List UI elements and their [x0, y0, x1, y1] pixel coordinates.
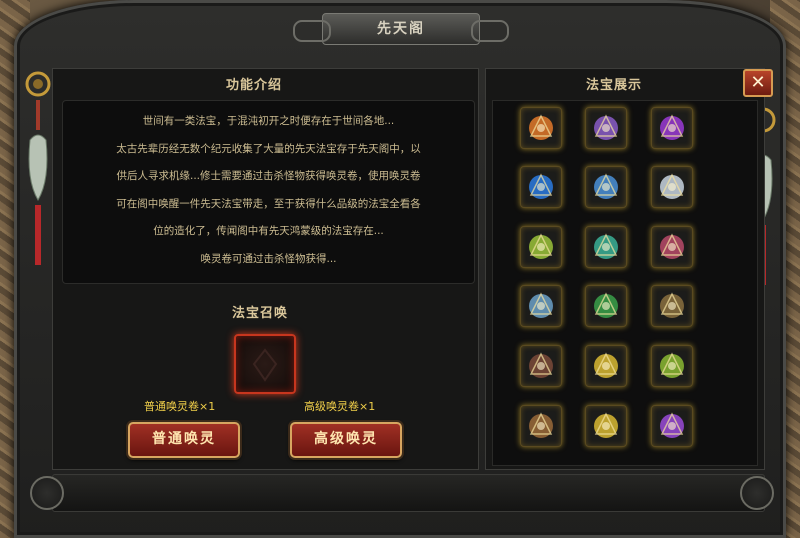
- treasure-slot[interactable]: [520, 285, 562, 327]
- purple-wings-icon: [594, 114, 618, 140]
- treasure-slot[interactable]: [585, 405, 627, 447]
- gold-talisman-icon: [594, 412, 618, 438]
- treasure-slot[interactable]: [651, 107, 693, 149]
- gem-cluster-icon: [660, 352, 684, 378]
- spiked-wheel-icon: [529, 292, 553, 318]
- treasure-slot[interactable]: [520, 345, 562, 387]
- treasure-slot[interactable]: [651, 285, 693, 327]
- empty-slot-icon: [252, 348, 278, 382]
- close-button[interactable]: ✕: [743, 69, 773, 97]
- showcase-heading: 法宝展示: [586, 78, 643, 93]
- normal-scroll-count: 普通唤灵卷×1: [144, 400, 216, 413]
- window-title: 先天阁: [293, 13, 509, 45]
- advanced-scroll-count: 高级唤灵卷×1: [304, 400, 376, 413]
- intro-line: 供后人寻求机缘...修士需要通过击杀怪物获得唤灵卷，使用唤灵卷: [116, 170, 421, 182]
- treasure-slot[interactable]: [520, 405, 562, 447]
- wooden-bow-icon: [529, 412, 553, 438]
- gold-talisman-icon: [594, 352, 618, 378]
- treasure-slot[interactable]: [585, 226, 627, 268]
- treasure-slot[interactable]: [651, 405, 693, 447]
- jade-dragon-icon: [594, 292, 618, 318]
- advanced-summon-button[interactable]: 高级唤灵: [290, 422, 402, 458]
- intro-line: 位的造化了，传闻阁中有先天鸿蒙级的法宝存在...: [153, 225, 384, 237]
- lightning-claws-icon: [594, 173, 618, 199]
- treasure-slot[interactable]: [585, 166, 627, 208]
- treasure-slot[interactable]: [585, 345, 627, 387]
- blue-vortex-icon: [529, 173, 553, 199]
- right-corner-knot: [740, 476, 774, 510]
- treasure-slot[interactable]: [651, 345, 693, 387]
- left-corner-knot: [30, 476, 64, 510]
- bottom-bar: [52, 474, 765, 512]
- left-tassel-ornament: [25, 71, 51, 265]
- summon-result-slot[interactable]: [234, 334, 296, 394]
- white-flame-icon: [660, 173, 684, 199]
- purple-orb-icon: [660, 114, 684, 140]
- treasure-slot[interactable]: [585, 285, 627, 327]
- jade-sword-icon: [529, 233, 553, 259]
- intro-line: 世间有一类法宝，于混沌初开之时便存在于世间各地...: [142, 115, 395, 127]
- treasure-slot[interactable]: [520, 107, 562, 149]
- treasure-slot[interactable]: [651, 226, 693, 268]
- intro-line: 唤灵卷可通过击杀怪物获得...: [200, 253, 337, 265]
- summon-heading: 法宝召唤: [232, 306, 289, 321]
- bronze-gauntlets-icon: [660, 292, 684, 318]
- treasure-slot[interactable]: [585, 107, 627, 149]
- intro-line: 可在阁中唤醒一件先天法宝带走，至于获得什么品级的法宝全看各: [116, 198, 421, 210]
- normal-summon-button[interactable]: 普通唤灵: [128, 422, 240, 458]
- treasure-slot[interactable]: [520, 226, 562, 268]
- dark-bow-icon: [529, 352, 553, 378]
- treasure-slot[interactable]: [520, 166, 562, 208]
- purple-talisman-icon: [660, 412, 684, 438]
- serpent-whip-icon: [594, 233, 618, 259]
- intro-line: 太古先辈历经无数个纪元收集了大量的先天法宝存于先天阁中，以: [116, 143, 421, 155]
- treasure-slot[interactable]: [651, 166, 693, 208]
- flame-bow-icon: [660, 233, 684, 259]
- taiji-orb-icon: [529, 114, 553, 140]
- intro-heading: 功能介绍: [226, 78, 283, 93]
- intro-text-box: 世间有一类法宝，于混沌初开之时便存在于世间各地... 太古先辈历经无数个纪元收集…: [62, 100, 475, 284]
